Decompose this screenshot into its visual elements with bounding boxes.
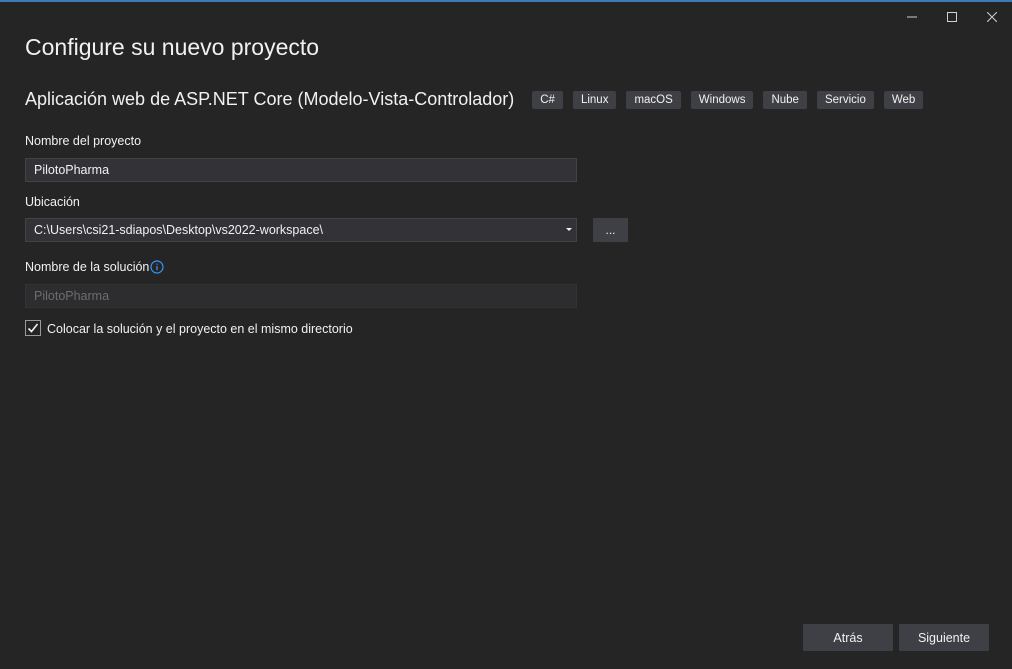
location-label: Ubicación: [25, 195, 80, 209]
same-directory-label[interactable]: Colocar la solución y el proyecto en el …: [47, 322, 353, 336]
project-name-label: Nombre del proyecto: [25, 134, 142, 148]
project-name-input[interactable]: PilotoPharma: [25, 158, 577, 182]
tag-linux: Linux: [572, 90, 617, 109]
tag-windows: Windows: [690, 90, 754, 109]
same-directory-checkbox[interactable]: [25, 320, 41, 336]
template-name: Aplicación web de ASP.NET Core (Modelo-V…: [25, 89, 515, 109]
minimize-button[interactable]: [892, 4, 932, 30]
back-button[interactable]: Atrás: [803, 624, 893, 651]
close-icon: [987, 12, 997, 22]
browse-button[interactable]: ...: [593, 218, 628, 242]
tag-web: Web: [883, 90, 924, 109]
template-header: Aplicación web de ASP.NET Core (Modelo-V…: [25, 89, 924, 110]
maximize-icon: [947, 12, 957, 22]
close-button[interactable]: [972, 4, 1012, 30]
solution-name-label: Nombre de la solución: [25, 260, 150, 274]
window-accent-line: [0, 0, 1012, 2]
template-tags: C# Linux macOS Windows Nube Servicio Web: [532, 90, 924, 109]
window-controls: [892, 4, 1012, 30]
tag-servicio: Servicio: [816, 90, 874, 109]
checkmark-icon: [27, 323, 39, 333]
tag-macos: macOS: [626, 90, 681, 109]
solution-name-input[interactable]: PilotoPharma: [25, 284, 577, 308]
minimize-icon: [907, 16, 917, 18]
location-value: C:\Users\csi21-sdiapos\Desktop\vs2022-wo…: [34, 223, 324, 237]
chevron-down-icon[interactable]: [566, 228, 572, 231]
page-title: Configure su nuevo proyecto: [25, 34, 320, 60]
location-combobox[interactable]: C:\Users\csi21-sdiapos\Desktop\vs2022-wo…: [25, 218, 577, 242]
tag-nube: Nube: [763, 90, 807, 109]
info-icon[interactable]: [150, 260, 164, 274]
next-button[interactable]: Siguiente: [899, 624, 989, 651]
tag-csharp: C#: [532, 90, 563, 109]
maximize-button[interactable]: [932, 4, 972, 30]
